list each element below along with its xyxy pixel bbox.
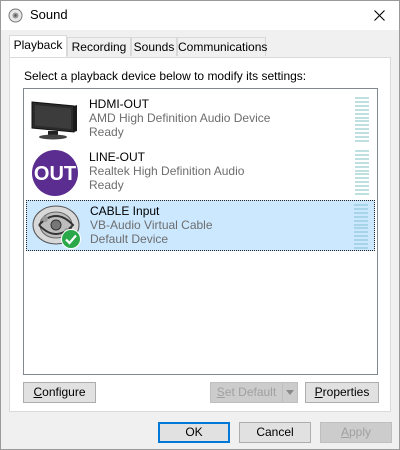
apply-label: pply (349, 425, 372, 439)
device-status: Ready (89, 125, 124, 139)
properties-button[interactable]: Properties (305, 382, 379, 403)
set-default-label: et Default (224, 385, 277, 399)
tab-strip: Playback Recording Sounds Communications (9, 35, 391, 58)
tab-communications[interactable]: Communications (177, 37, 267, 56)
set-default-accesskey: S (216, 385, 225, 399)
properties-label: roperties (322, 385, 370, 399)
monitor-icon (31, 101, 77, 140)
device-item-hdmi-out[interactable]: HDMI-OUT AMD High Definition Audio Devic… (26, 94, 375, 145)
tab-sounds[interactable]: Sounds (131, 37, 177, 56)
device-name: CABLE Input (90, 204, 160, 218)
playback-panel: Select a playback device below to modify… (9, 57, 391, 412)
volume-meter (354, 204, 368, 249)
line-out-icon-label: OUT (34, 163, 76, 185)
volume-meter (355, 150, 369, 195)
set-default-button[interactable]: Set Default (210, 382, 283, 403)
speaker-icon (8, 8, 23, 23)
device-description: Realtek High Definition Audio (89, 164, 245, 178)
default-check-icon (61, 229, 81, 249)
cancel-button[interactable]: Cancel (239, 422, 311, 443)
line-out-icon: OUT (32, 150, 78, 196)
configure-accesskey: C (33, 385, 43, 399)
device-status: Default Device (90, 232, 169, 246)
device-status: Ready (89, 178, 124, 192)
properties-accesskey: P (314, 385, 323, 399)
ok-button[interactable]: OK (158, 422, 230, 443)
configure-label: onfigure (42, 385, 86, 399)
close-button[interactable] (359, 1, 399, 30)
device-description: AMD High Definition Audio Device (89, 111, 271, 125)
set-default-dropdown[interactable] (282, 382, 298, 403)
device-description: VB-Audio Virtual Cable (90, 218, 213, 232)
window-title: Sound (30, 7, 68, 22)
title-bar[interactable]: Sound (1, 1, 399, 30)
tab-playback[interactable]: Playback (9, 35, 67, 57)
device-list[interactable]: HDMI-OUT AMD High Definition Audio Devic… (23, 88, 378, 375)
tab-recording[interactable]: Recording (67, 37, 131, 56)
instruction-text: Select a playback device below to modify… (24, 69, 307, 83)
volume-meter (355, 97, 369, 142)
apply-button[interactable]: Apply (320, 422, 392, 443)
device-item-line-out[interactable]: OUT LINE-OUT Realtek High Definition Aud… (26, 147, 375, 198)
sound-dialog: Sound Playback Recording Sounds Communic… (0, 0, 400, 450)
apply-accesskey: A (340, 425, 349, 439)
close-icon (373, 10, 385, 21)
configure-button[interactable]: Configure (23, 382, 96, 403)
chevron-down-icon (286, 390, 294, 395)
device-name: LINE-OUT (89, 150, 146, 164)
device-item-cable-input[interactable]: CABLE Input VB-Audio Virtual Cable Defau… (26, 200, 375, 251)
device-name: HDMI-OUT (89, 97, 149, 111)
